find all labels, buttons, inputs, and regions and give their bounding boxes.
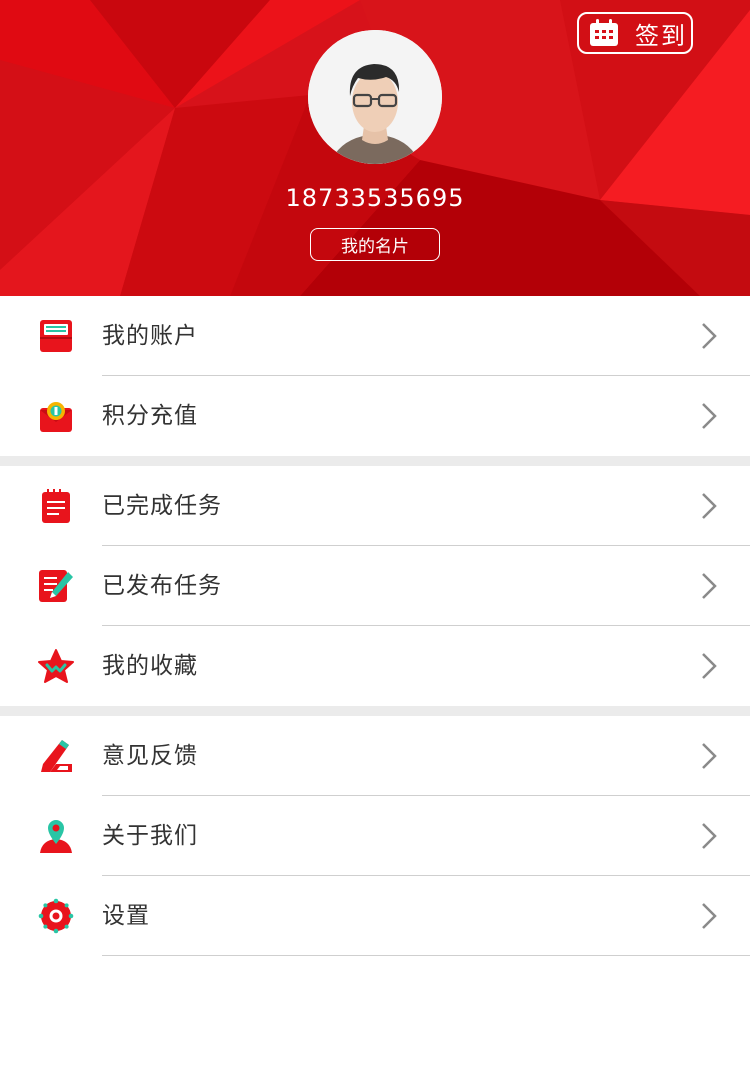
chevron-right-icon [702,653,717,679]
section-gap [0,456,750,466]
wallet-icon [40,320,72,352]
chevron-right-icon [702,323,717,349]
menu-item-published-tasks[interactable]: 已发布任务 [0,546,750,626]
feedback-pen-icon [41,740,72,772]
menu-item-label: 我的收藏 [102,653,198,679]
favorite-star-icon [38,649,74,683]
menu-item-my-account[interactable]: 我的账户 [0,296,750,376]
menu-item-label: 已完成任务 [102,493,222,519]
checkin-label: 签到 [635,21,687,50]
menu-group-tasks: 已完成任务 已发布任务 我的收藏 [0,466,750,706]
menu-item-about-us[interactable]: 关于我们 [0,796,750,876]
completed-task-icon [42,489,70,523]
published-task-icon [39,570,73,602]
menu-item-label: 我的账户 [102,323,198,349]
about-person-icon [40,820,72,853]
chevron-right-icon [702,573,717,599]
checkin-button[interactable]: 签到 [577,12,693,54]
menu-item-completed-tasks[interactable]: 已完成任务 [0,466,750,546]
menu-item-my-favorites[interactable]: 我的收藏 [0,626,750,706]
settings-gear-icon [38,898,74,934]
menu-item-feedback[interactable]: 意见反馈 [0,716,750,796]
menu-item-label: 已发布任务 [102,573,222,599]
chevron-right-icon [702,903,717,929]
menu-item-settings[interactable]: 设置 [0,876,750,956]
user-phone-number: 18733535695 [285,184,465,212]
menu-group-account: 我的账户 积分充值 [0,296,750,456]
profile-header: 签到 18733535695 我的名片 [0,0,750,296]
menu-group-misc: 意见反馈 关于我们 设置 [0,716,750,956]
section-gap [0,706,750,716]
avatar[interactable] [308,30,442,164]
menu-item-points-recharge[interactable]: 积分充值 [0,376,750,456]
my-card-button[interactable]: 我的名片 [310,228,440,261]
menu-item-label: 积分充值 [102,403,198,429]
menu-item-label: 设置 [102,903,150,929]
chevron-right-icon [702,403,717,429]
row-divider [102,955,750,956]
menu-item-label: 关于我们 [102,823,198,849]
chevron-right-icon [702,493,717,519]
chevron-right-icon [702,743,717,769]
calendar-icon [590,19,618,46]
user-avatar-portrait [308,30,442,164]
points-recharge-icon [40,402,72,432]
menu-item-label: 意见反馈 [102,743,198,769]
chevron-right-icon [702,823,717,849]
